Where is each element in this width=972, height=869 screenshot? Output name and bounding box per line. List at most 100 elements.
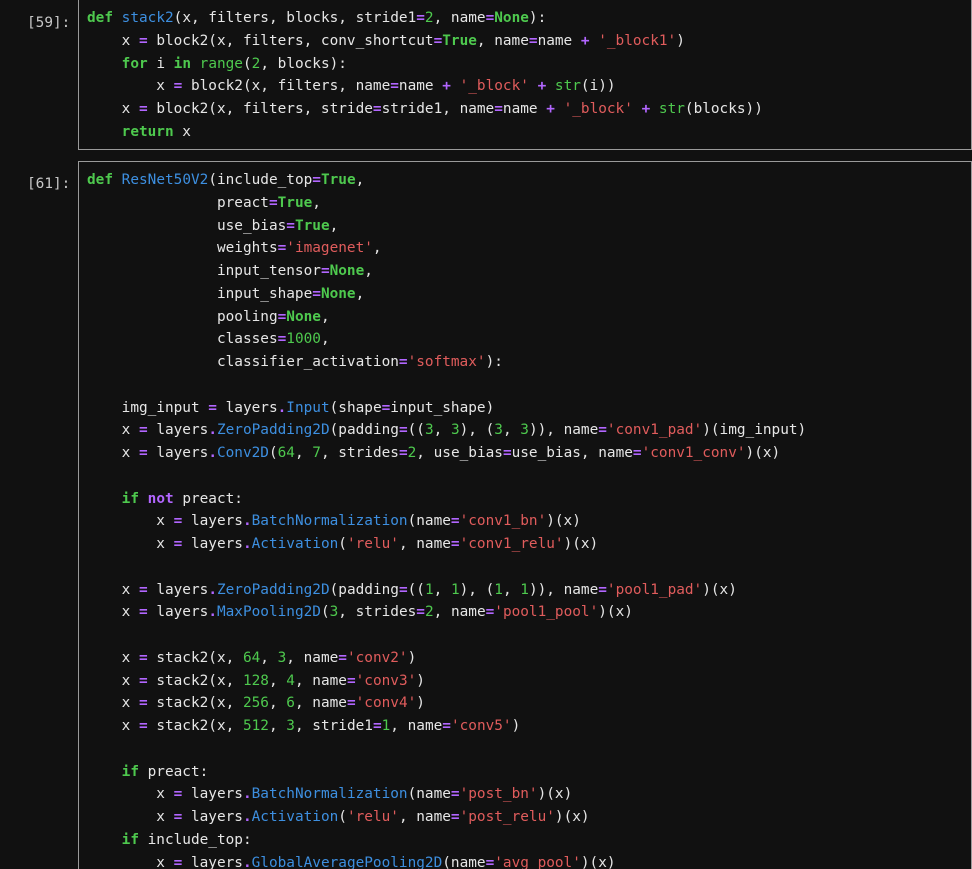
code-token: = — [433, 32, 443, 49]
code-token: = — [450, 809, 460, 825]
code-token: x — [87, 672, 139, 689]
code-token: 64 — [242, 649, 261, 666]
code-token: 'softmax' — [407, 354, 486, 370]
code-line: x = block2(x, filters, conv_shortcut=Tru… — [87, 30, 763, 53]
code-token: ZeroPadding2D — [216, 422, 330, 439]
code-token: name — [502, 101, 547, 117]
code-token: def — [87, 172, 113, 188]
code-token: 'post_bn' — [459, 786, 538, 803]
code-token: (name — [407, 513, 451, 530]
code-token: + — [442, 78, 451, 95]
code-token: . — [242, 809, 252, 825]
code-token: block2(x, filters, stride — [147, 101, 373, 117]
code-token: img_input — [87, 399, 209, 416]
code-token: = — [208, 399, 217, 416]
code-line: x = stack2(x, 128, 4, name='conv3') — [87, 670, 806, 693]
code-token: input_shape) — [390, 399, 495, 416]
code-editor[interactable]: def stack2(x, filters, blocks, stride1=2… — [78, 0, 972, 150]
code-token: input_shape — [87, 285, 313, 302]
code-token: name — [537, 32, 581, 49]
code-token: = — [372, 718, 382, 734]
code-token: ) — [676, 32, 685, 49]
code-token: 'conv2' — [346, 649, 408, 666]
code-line: x = stack2(x, 256, 6, name='conv4') — [87, 692, 806, 715]
code-token: = — [528, 32, 538, 49]
code-token: block2(x, filters, name — [182, 78, 391, 95]
code-token: x — [87, 695, 139, 712]
code-token: = — [173, 513, 183, 530]
code-token: 'conv4' — [355, 695, 417, 712]
code-token: x — [87, 604, 139, 621]
code-line: if not preact: — [87, 488, 806, 511]
code-token: . — [242, 786, 252, 803]
code-cell-61[interactable]: [61]: def ResNet50V2(include_top=True, p… — [0, 161, 972, 869]
code-cell-59[interactable]: [59]: def stack2(x, filters, blocks, str… — [0, 0, 972, 150]
code-line: x = layers.MaxPooling2D(3, strides=2, na… — [87, 601, 806, 624]
code-token: Input — [286, 399, 330, 416]
code-token: x — [87, 854, 174, 869]
code-token: + — [641, 101, 651, 117]
code-token: )), name — [528, 581, 599, 598]
code-token: preact — [87, 194, 269, 211]
code-token: )(x) — [546, 513, 581, 530]
code-token: ZeroPadding2D — [216, 581, 330, 598]
code-token: Activation — [251, 536, 339, 552]
code-token: x — [87, 649, 139, 666]
code-line: img_input = layers.Input(shape=input_sha… — [87, 397, 806, 420]
code-token: ResNet50V2 — [121, 172, 209, 188]
code-token: = — [312, 172, 321, 188]
code-token: 'conv1_bn' — [459, 513, 547, 530]
code-token: , — [268, 672, 287, 689]
code-token: , name — [390, 718, 443, 734]
code-token: = — [173, 854, 183, 869]
code-token: True — [442, 32, 477, 49]
code-line: for i in range(2, blocks): — [87, 53, 763, 76]
code-token: x — [87, 445, 139, 461]
code-token: = — [138, 32, 148, 49]
code-token: ), ( — [459, 581, 495, 598]
code-token: include_top: — [138, 831, 252, 848]
code-token: range — [199, 55, 243, 72]
code-block[interactable]: def stack2(x, filters, blocks, stride1=2… — [87, 7, 763, 144]
code-token: = — [138, 695, 148, 712]
code-token: for — [121, 55, 148, 72]
code-token: = — [173, 809, 183, 825]
code-token: )(x) — [580, 854, 616, 869]
code-token: 6 — [286, 695, 295, 712]
code-token: 256 — [242, 695, 269, 712]
code-line: x = layers.GlobalAveragePooling2D(name='… — [87, 852, 806, 869]
code-token: use_bias, name — [511, 445, 633, 461]
code-token: layers — [147, 581, 209, 598]
code-token: 'relu' — [346, 809, 399, 825]
code-token: stack2(x, — [147, 718, 243, 734]
code-token: 'conv3' — [355, 672, 417, 689]
code-token: , — [372, 240, 382, 257]
code-token: , name — [398, 809, 451, 825]
code-token: , name — [294, 672, 347, 689]
code-token: True — [277, 194, 313, 211]
code-token: , — [268, 718, 287, 734]
code-token: , name — [398, 536, 451, 552]
code-token: = — [138, 718, 148, 734]
code-token: 1000 — [286, 331, 321, 348]
code-token: 512 — [242, 718, 269, 734]
code-token: )(x) — [702, 581, 737, 598]
code-line: x = layers.ZeroPadding2D(padding=((3, 3)… — [87, 419, 807, 442]
code-token: . — [277, 399, 287, 416]
code-token: = — [320, 263, 330, 279]
code-token: 3 — [277, 649, 287, 666]
code-token: stack2(x, — [147, 649, 243, 666]
code-line: input_shape=None, — [87, 283, 806, 306]
code-line: pooling=None, — [87, 306, 806, 329]
code-block[interactable]: def ResNet50V2(include_top=True, preact=… — [87, 169, 806, 869]
code-token: = — [173, 536, 183, 552]
code-token: None — [320, 285, 356, 302]
code-token: stack2(x, — [147, 695, 243, 712]
code-editor[interactable]: def ResNet50V2(include_top=True, preact=… — [78, 161, 972, 869]
code-token: (padding — [329, 581, 399, 598]
